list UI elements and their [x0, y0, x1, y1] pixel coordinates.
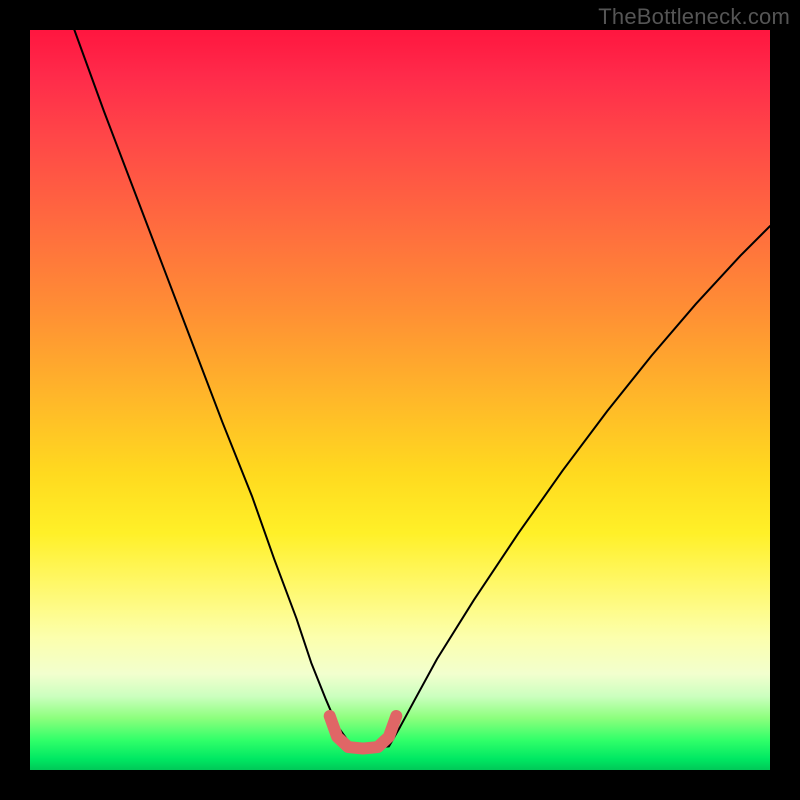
bottleneck-curve — [74, 30, 770, 748]
plot-area — [30, 30, 770, 770]
flat-bottom-highlight — [330, 716, 397, 749]
watermark-text: TheBottleneck.com — [598, 4, 790, 30]
chart-frame: TheBottleneck.com — [0, 0, 800, 800]
curve-layer — [30, 30, 770, 770]
